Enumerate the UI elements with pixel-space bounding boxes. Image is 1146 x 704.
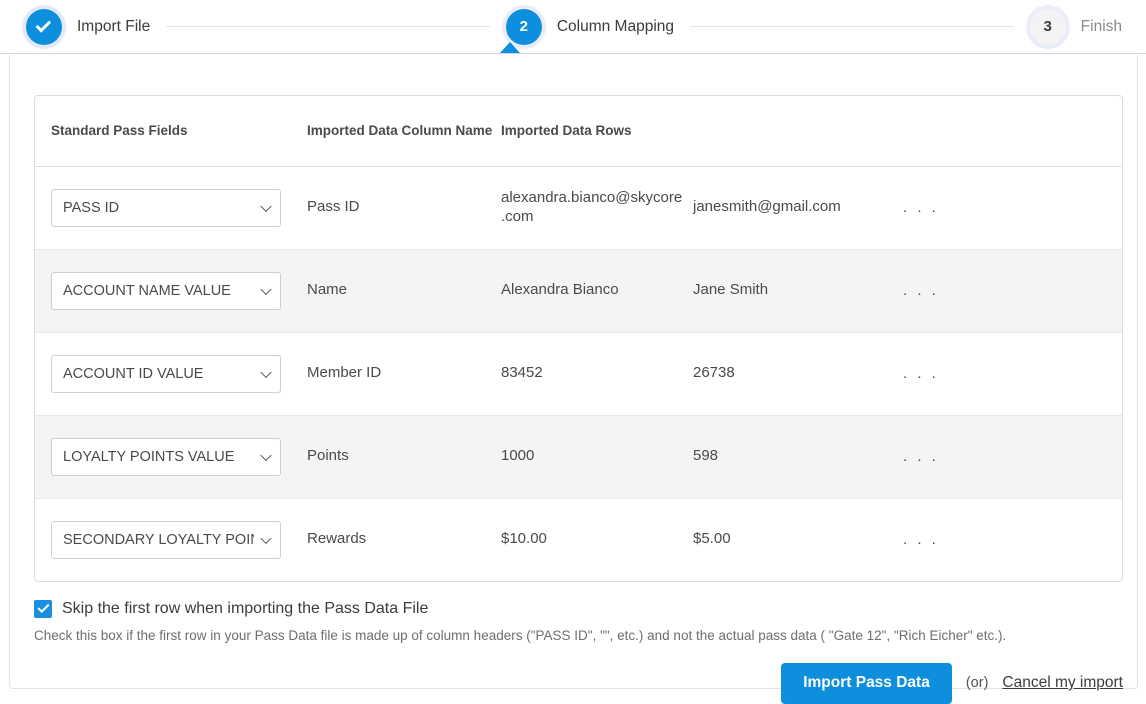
table-row: PASS ID Pass ID alexandra.bianco@skycore…: [35, 166, 1122, 250]
step-2-circle[interactable]: 2: [505, 8, 542, 45]
cell-more-ellipsis: . . .: [903, 166, 1122, 250]
cell-field-select: ACCOUNT ID VALUE: [35, 332, 307, 416]
stepper-connector-2: [690, 26, 1014, 27]
standard-field-select-1[interactable]: ACCOUNT NAME VALUE: [51, 271, 281, 310]
table-header-row: Standard Pass Fields Imported Data Colum…: [35, 96, 1122, 167]
sample-value-text: $10.00: [501, 530, 547, 548]
mapping-table: Standard Pass Fields Imported Data Colum…: [35, 96, 1122, 581]
cell-column-name: Pass ID: [307, 166, 501, 250]
table-row: SECONDARY LOYALTY POINTS VALUE Rewards $…: [35, 498, 1122, 581]
step-1-label: Import File: [77, 17, 151, 35]
cell-sample-value-1: Alexandra Bianco: [501, 249, 693, 333]
step-3-circle[interactable]: 3: [1029, 8, 1066, 45]
column-name-text: Pass ID: [307, 198, 360, 216]
step-import-file[interactable]: Import File: [26, 8, 151, 45]
sample-value-text: Jane Smith: [693, 281, 769, 299]
standard-field-select-0[interactable]: PASS ID: [51, 188, 281, 227]
column-name-text: Rewards: [307, 530, 367, 548]
table-row: ACCOUNT ID VALUE Member ID 83452 26738 .…: [35, 332, 1122, 416]
cell-field-select: SECONDARY LOYALTY POINTS VALUE: [35, 498, 307, 581]
step-3-number: 3: [1043, 18, 1052, 35]
column-name-text: Name: [307, 281, 348, 299]
cell-more-ellipsis: . . .: [903, 249, 1122, 333]
standard-field-select-2-value: ACCOUNT ID VALUE: [63, 365, 204, 382]
stepper-steps: Import File 2 Column Mapping 3 Finish: [0, 0, 1146, 53]
sample-value-text: Alexandra Bianco: [501, 281, 619, 299]
footer-actions: Import Pass Data (or) Cancel my import: [34, 662, 1123, 704]
cell-field-select: ACCOUNT NAME VALUE: [35, 249, 307, 333]
standard-field-select-1-value: ACCOUNT NAME VALUE: [63, 282, 231, 299]
step-2-number: 2: [519, 18, 529, 35]
column-name-text: Member ID: [307, 364, 382, 382]
cell-sample-value-2: janesmith@gmail.com: [693, 166, 903, 250]
cell-column-name: Name: [307, 249, 501, 333]
standard-field-select-0-value: PASS ID: [63, 199, 120, 216]
sample-value-text: $5.00: [693, 530, 731, 548]
triangle-up-icon: [500, 42, 520, 53]
header-standard-pass-fields: Standard Pass Fields: [35, 96, 307, 167]
sample-value-text: 598: [693, 447, 719, 465]
skip-first-row-help-text: Check this box if the first row in your …: [34, 628, 1007, 643]
chevron-down-icon: [260, 449, 272, 461]
skip-first-row-label: Skip the first row when importing the Pa…: [62, 600, 429, 617]
table-row: ACCOUNT NAME VALUE Name Alexandra Bianco…: [35, 249, 1122, 333]
cell-sample-value-2: 26738: [693, 332, 903, 416]
skip-first-row-option[interactable]: Skip the first row when importing the Pa…: [34, 586, 1123, 618]
cell-sample-value-2: 598: [693, 415, 903, 499]
cancel-my-import-link[interactable]: Cancel my import: [1002, 674, 1123, 692]
table-row: LOYALTY POINTS VALUE Points 1000 598 . .…: [35, 415, 1122, 499]
standard-field-select-4-value: SECONDARY LOYALTY POINTS VALUE: [63, 531, 254, 548]
column-name-text: Points: [307, 447, 349, 465]
standard-field-select-3[interactable]: LOYALTY POINTS VALUE: [51, 437, 281, 476]
card-footer: Skip the first row when importing the Pa…: [34, 586, 1123, 704]
step-finish[interactable]: 3 Finish: [1029, 8, 1123, 45]
step-1-circle[interactable]: [26, 8, 62, 45]
header-imported-data-column-name: Imported Data Column Name: [307, 96, 501, 167]
cell-column-name: Points: [307, 415, 501, 499]
cell-sample-value-1: $10.00: [501, 498, 693, 581]
sample-value-text: 1000: [501, 447, 535, 465]
header-imported-data-rows: Imported Data Rows: [501, 96, 1122, 167]
chevron-down-icon: [260, 283, 272, 295]
cell-field-select: PASS ID: [35, 166, 307, 250]
cell-more-ellipsis: . . .: [903, 415, 1122, 499]
check-icon: [35, 16, 52, 33]
sample-value-text: 26738: [693, 364, 735, 382]
mapping-table-panel: Standard Pass Fields Imported Data Colum…: [34, 95, 1123, 582]
cell-sample-value-1: 1000: [501, 415, 693, 499]
sample-value-text: 83452: [501, 364, 543, 382]
cell-sample-value-1: 83452: [501, 332, 693, 416]
standard-field-select-4[interactable]: SECONDARY LOYALTY POINTS VALUE: [51, 520, 281, 559]
chevron-down-icon: [260, 532, 272, 544]
import-pass-data-button[interactable]: Import Pass Data: [781, 662, 952, 704]
step-2-label: Column Mapping: [556, 17, 675, 35]
column-mapping-card: Standard Pass Fields Imported Data Colum…: [9, 55, 1138, 704]
sample-value-text: alexandra.bianco@skycore.com: [501, 188, 683, 225]
stepper-connector-1: [166, 26, 490, 27]
step-3-label: Finish: [1080, 17, 1123, 35]
cell-sample-value-2: Jane Smith: [693, 249, 903, 333]
cell-sample-value-1: alexandra.bianco@skycore.com: [501, 166, 693, 250]
chevron-down-icon: [260, 200, 272, 212]
cell-sample-value-2: $5.00: [693, 498, 903, 581]
sample-value-text: janesmith@gmail.com: [693, 198, 841, 216]
cell-column-name: Rewards: [307, 498, 501, 581]
progress-stepper: Import File 2 Column Mapping 3 Finish: [0, 0, 1146, 54]
chevron-down-icon: [260, 366, 272, 378]
cell-column-name: Member ID: [307, 332, 501, 416]
step-column-mapping[interactable]: 2 Column Mapping: [505, 8, 675, 45]
standard-field-select-3-value: LOYALTY POINTS VALUE: [63, 448, 235, 465]
cell-more-ellipsis: . . .: [903, 332, 1122, 416]
skip-first-row-checkbox[interactable]: [34, 600, 52, 618]
cell-field-select: LOYALTY POINTS VALUE: [35, 415, 307, 499]
standard-field-select-2[interactable]: ACCOUNT ID VALUE: [51, 354, 281, 393]
cell-more-ellipsis: . . .: [903, 531, 939, 549]
